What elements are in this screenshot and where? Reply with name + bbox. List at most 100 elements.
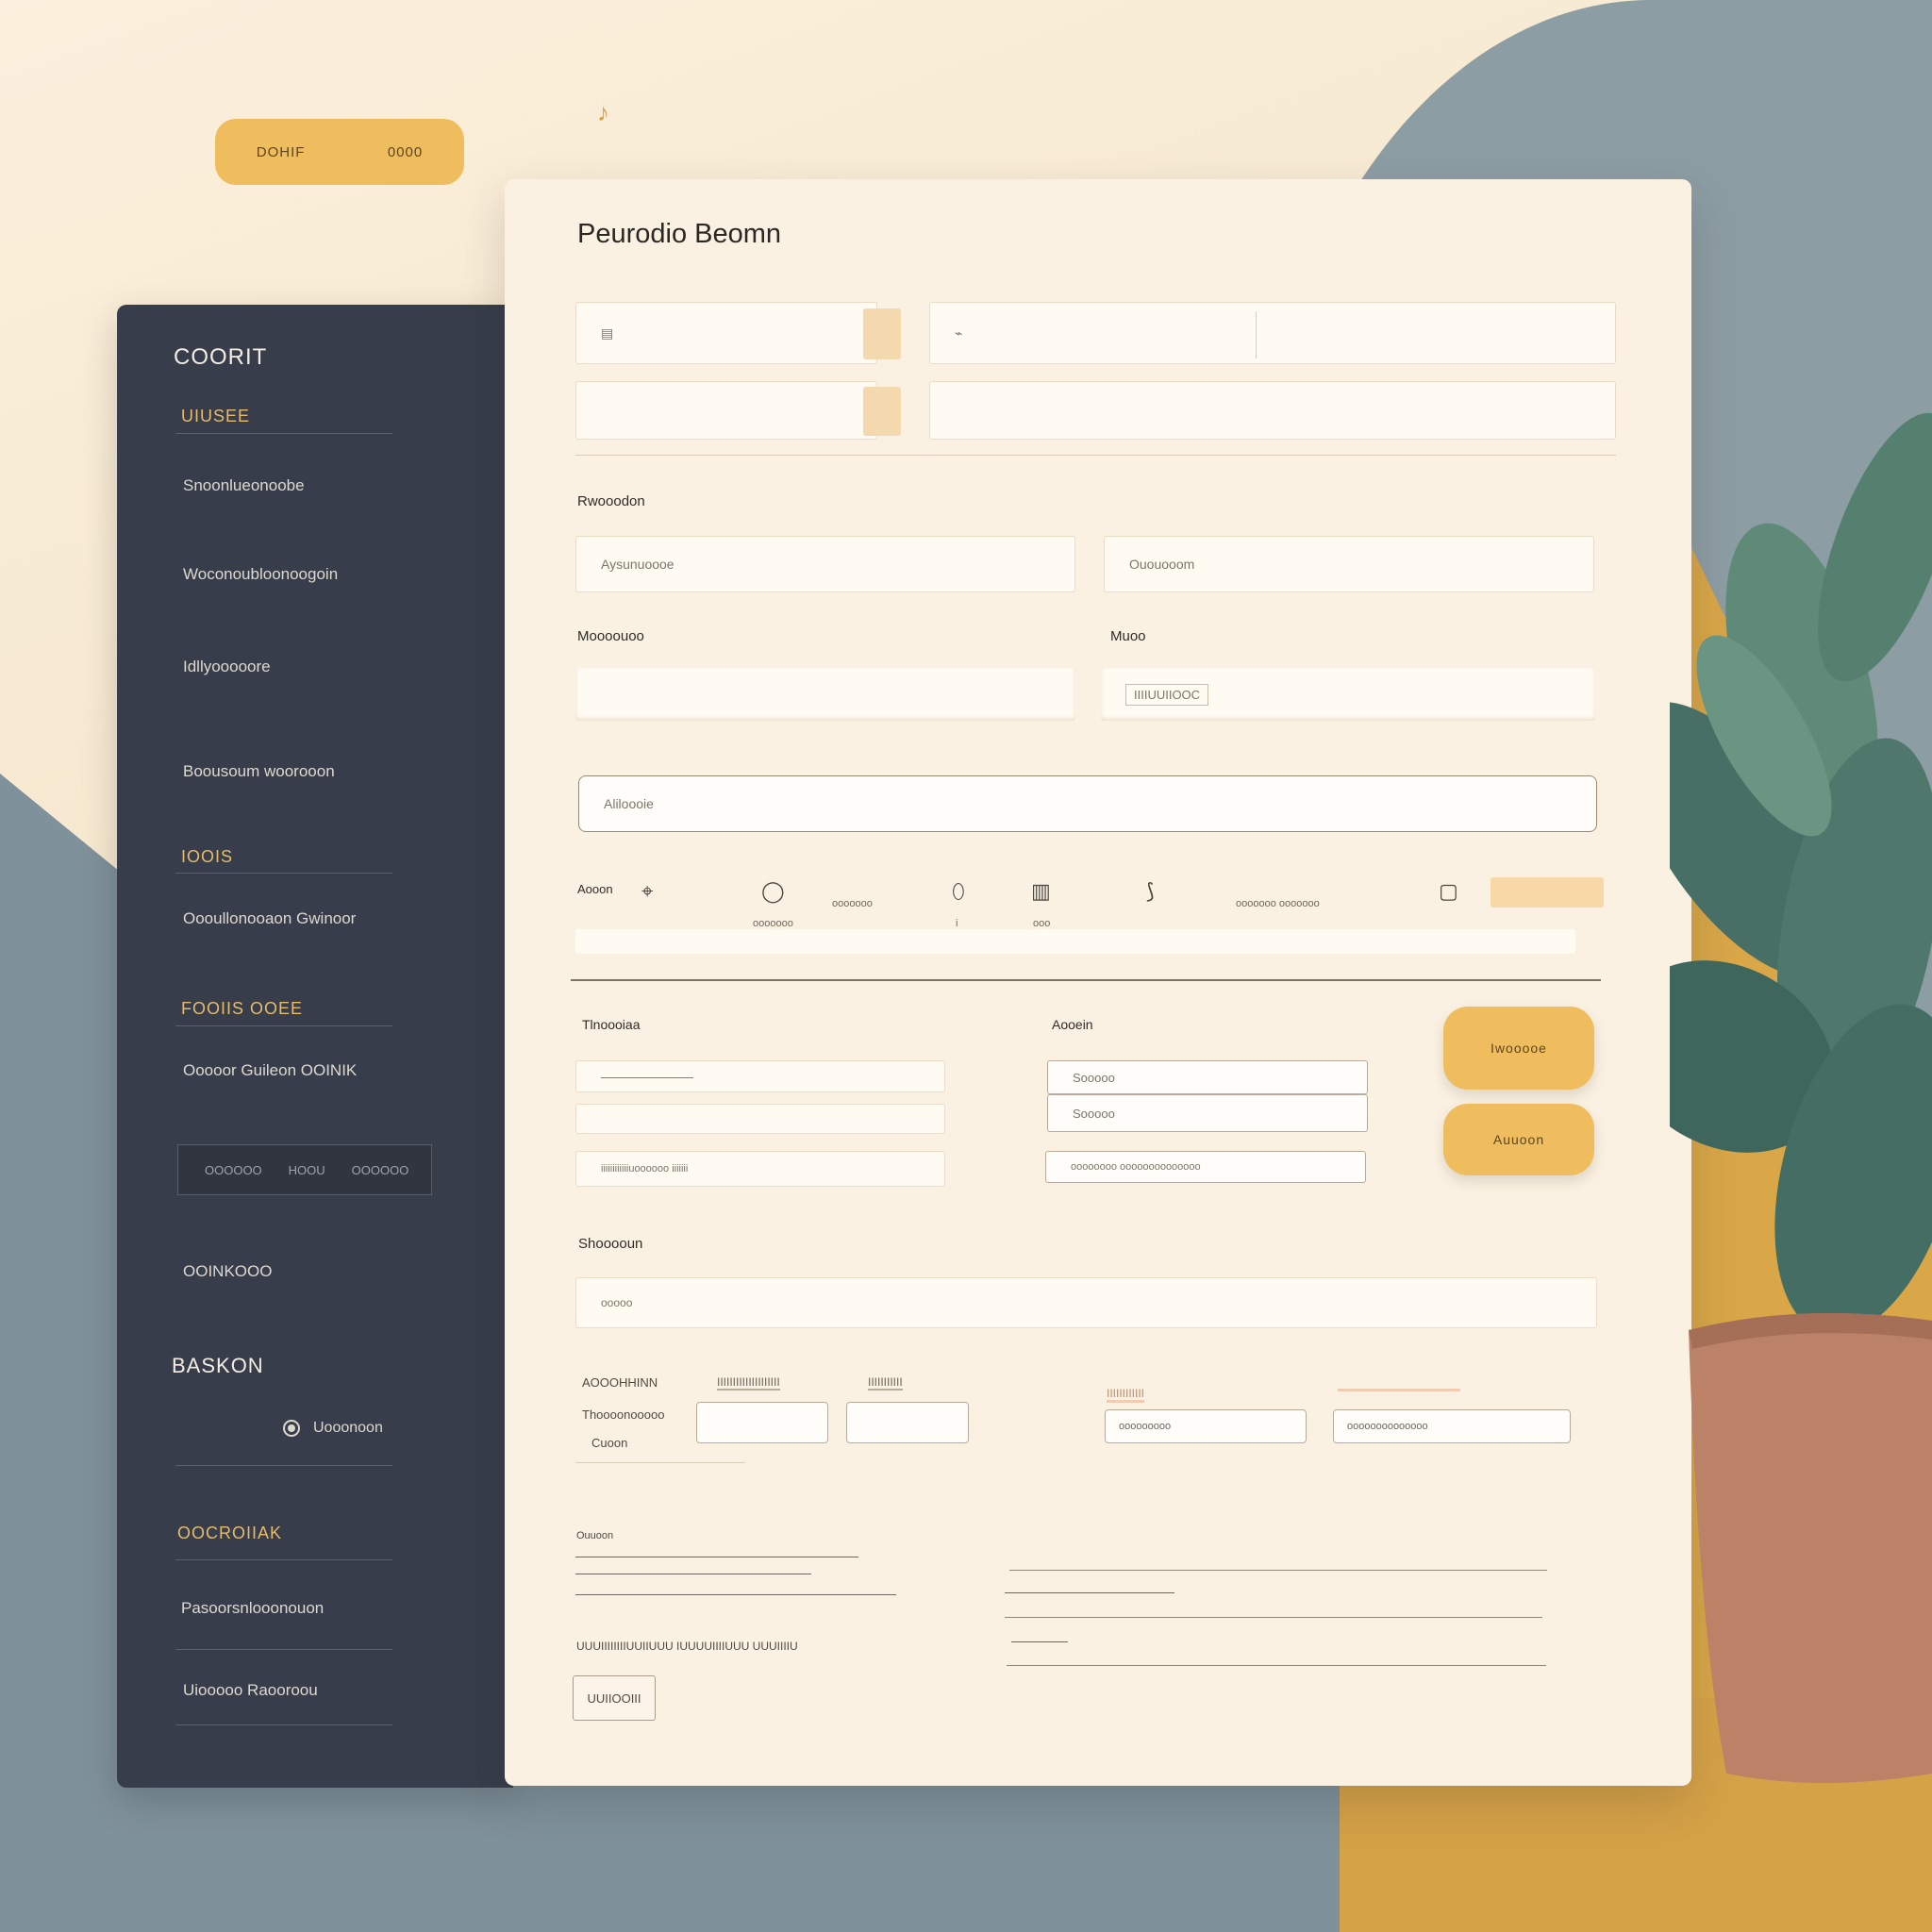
input-a-1[interactable]: Aysunuoooe xyxy=(575,536,1075,592)
sidebar-item[interactable]: Pasoorsnlooonouon xyxy=(181,1599,324,1618)
block-label: Aooein xyxy=(1052,1017,1093,1032)
top-pill-left-label: DOHIF xyxy=(256,143,306,160)
toolbar-track xyxy=(575,929,1575,954)
signature-line[interactable] xyxy=(1011,1641,1068,1642)
sidebar-divider xyxy=(175,1649,392,1650)
field-label: Muoo xyxy=(1110,628,1146,644)
sidebar-section-1: UIUSEE xyxy=(181,407,251,425)
small-field-1[interactable] xyxy=(696,1402,828,1443)
sidebar-divider xyxy=(175,1724,392,1725)
divider xyxy=(575,455,1616,456)
sidebar-divider xyxy=(175,1559,392,1560)
bottom-label: Cuoon xyxy=(591,1436,628,1450)
tool-caption: ooooooo xyxy=(832,898,873,909)
sidebar-box-text: OOOOOO xyxy=(351,1162,409,1177)
divider xyxy=(575,1462,745,1463)
sidebar-divider xyxy=(175,1465,392,1466)
right-field-2[interactable]: oooooooooooooo xyxy=(1333,1409,1571,1443)
mid-field-2[interactable]: Sooooo xyxy=(1047,1094,1368,1132)
plant-pot xyxy=(1689,1313,1932,1783)
sidebar-section-2: IOOIS xyxy=(181,847,234,866)
sidebar-box-text: HOOU xyxy=(288,1162,325,1177)
radio-icon xyxy=(283,1420,300,1437)
signature-line[interactable] xyxy=(1005,1592,1174,1593)
sidebar-item[interactable]: Snoonlueonoobe xyxy=(183,476,305,495)
sidebar-title: COORIT xyxy=(174,344,268,370)
sidebar-divider xyxy=(175,873,392,874)
ellipse-icon[interactable]: ⬯ xyxy=(952,879,965,904)
field-split xyxy=(1256,311,1257,358)
block-label: Tlnoooiaa xyxy=(582,1017,641,1032)
tool-caption: ooo xyxy=(1033,918,1051,929)
right-field-1[interactable]: ooooooooo xyxy=(1105,1409,1307,1443)
input-b-chip: IIIIUUIIOOC xyxy=(1125,683,1209,706)
sidebar-item[interactable]: Boousoum woorooon xyxy=(183,762,335,781)
form-title: Peurodio Beomn xyxy=(577,219,782,249)
sidebar-divider xyxy=(175,1025,392,1026)
tag: IIIIIIIIIII xyxy=(868,1375,903,1391)
signature-line[interactable] xyxy=(1007,1665,1546,1666)
left-field-3[interactable]: iiiiiiiiiiiiuoooooo iiiiiii xyxy=(575,1151,945,1187)
wide-input[interactable]: Aliloooie xyxy=(578,775,1597,832)
top-pill-right-label: 0000 xyxy=(387,143,424,160)
section-divider xyxy=(571,979,1601,981)
sidebar-item[interactable]: Ooooor Guileon OOINIK xyxy=(183,1061,357,1080)
section-label: Rwooodon xyxy=(577,493,645,509)
top-field-3[interactable] xyxy=(575,381,877,440)
top-field-2[interactable]: ⌁ xyxy=(929,302,1616,364)
primary-button[interactable]: Iwooooe xyxy=(1443,1007,1594,1090)
sidebar-item[interactable]: Idllyooooore xyxy=(183,658,271,676)
tool-caption: ooooooo ooooooo xyxy=(1236,898,1320,909)
tool-caption: i xyxy=(956,918,958,929)
signature-line[interactable] xyxy=(575,1594,896,1595)
toolbar-label: Aooon xyxy=(577,882,613,896)
sidebar-box-text: OOOOOO xyxy=(205,1162,262,1177)
section-label: Shooooun xyxy=(578,1236,643,1252)
sidebar-radio-option[interactable]: Uooonoon xyxy=(283,1420,383,1437)
sidebar-heading: BASKON xyxy=(172,1354,264,1377)
bottom-note: UUUIIIIIIIIUUIIUUU IUUUUIIIIUUU UUUIIIIU xyxy=(576,1640,798,1653)
left-field-1[interactable]: ——————— xyxy=(575,1060,945,1092)
square-icon[interactable]: ▢ xyxy=(1439,879,1458,904)
sign-button[interactable]: UUIIOOIII xyxy=(573,1675,656,1721)
signature-line[interactable] xyxy=(1009,1570,1547,1571)
left-field-2[interactable] xyxy=(575,1104,945,1134)
sidebar-item[interactable]: OOINKOOO xyxy=(183,1262,272,1281)
secondary-button[interactable]: Auuoon xyxy=(1443,1104,1594,1175)
sidebar-section-3: FOOIIS OOEE xyxy=(181,999,304,1018)
top-field-4[interactable] xyxy=(929,381,1616,440)
sidebar-section-5: OOCROIIAK xyxy=(177,1524,283,1542)
top-field-1[interactable]: ▤ xyxy=(575,302,877,364)
tag: IIIIIIIIIIII xyxy=(1107,1387,1145,1403)
clip-icon[interactable]: ⟆ xyxy=(1146,879,1155,904)
mid-field-1[interactable]: Sooooo xyxy=(1047,1060,1368,1094)
radio-label: Uooonoon xyxy=(313,1420,383,1436)
plant-leaves xyxy=(1670,412,1932,1336)
input-a-2[interactable]: Ououooom xyxy=(1104,536,1594,592)
signature-line[interactable] xyxy=(1005,1617,1542,1618)
sidebar-item[interactable]: Oooullonooaon Gwinoor xyxy=(183,909,356,928)
sidebar-item[interactable]: Uiooooo Raooroou xyxy=(183,1681,318,1700)
input-c[interactable]: ooooo xyxy=(575,1277,1597,1328)
input-b-1[interactable] xyxy=(575,668,1075,721)
bottom-label: AOOOHHINN xyxy=(582,1375,658,1390)
input-b-2[interactable]: IIIIUUIIOOC xyxy=(1101,668,1595,721)
sidebar-item[interactable]: Woconoubloonoogoin xyxy=(183,565,338,584)
mid-field-3[interactable]: oooooooo oooooooooooooo xyxy=(1045,1151,1366,1183)
field-accent xyxy=(863,387,901,436)
top-pill-button[interactable]: DOHIF 0000 xyxy=(215,119,464,185)
toolbar-highlight[interactable] xyxy=(1491,877,1604,908)
pin-icon[interactable]: ⌖ xyxy=(641,879,653,904)
plant-illustration xyxy=(1670,412,1932,1783)
tag: IIIIIIIIIIIIIIIIIIII xyxy=(717,1375,780,1391)
circle-icon[interactable]: ◯ xyxy=(761,879,785,904)
field-label: Moooouoo xyxy=(577,628,644,644)
sidebar-divider xyxy=(175,433,392,434)
bottom-label: Thoooonooooo xyxy=(582,1407,665,1422)
signature-label: Ouuoon xyxy=(576,1530,614,1541)
sidebar-filter-box[interactable]: OOOOOO HOOU OOOOOO xyxy=(177,1144,432,1195)
window-icon[interactable]: ▥ xyxy=(1031,879,1051,904)
small-field-2[interactable] xyxy=(846,1402,969,1443)
logo-mark-icon: ♪ xyxy=(597,98,609,126)
tool-caption: ooooooo xyxy=(753,918,793,929)
